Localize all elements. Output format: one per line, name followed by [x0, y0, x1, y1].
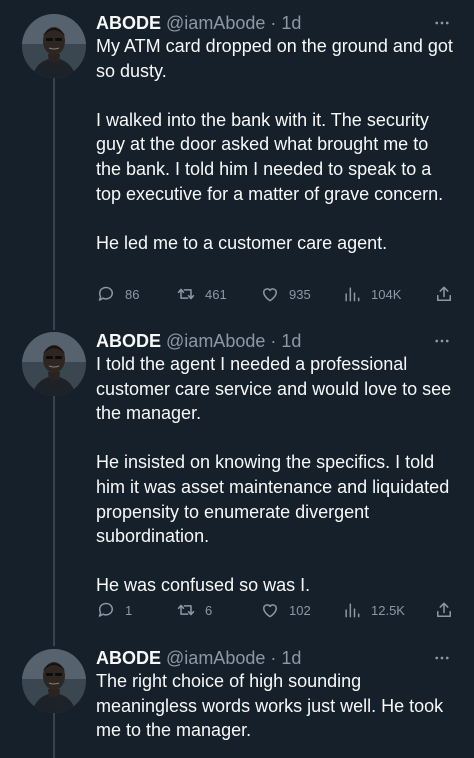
avatar-photo [22, 332, 86, 396]
share-icon [437, 602, 451, 617]
tweet-header: ABODE @iamAbode · 1d [96, 328, 474, 354]
more-icon[interactable] [432, 328, 452, 354]
like-count: 935 [289, 286, 311, 302]
timestamp[interactable]: 1d [281, 331, 301, 351]
reply-icon [98, 602, 113, 617]
avatar-photo [22, 649, 86, 713]
views-button[interactable]: 104K [342, 282, 401, 306]
tweet-paragraph: I told the agent I needed a professional… [96, 354, 452, 424]
timestamp[interactable]: 1d [281, 13, 301, 33]
views-icon [345, 287, 360, 302]
like-button[interactable]: 935 [260, 282, 311, 306]
share-button[interactable] [434, 282, 454, 306]
retweet-count: 461 [205, 286, 227, 302]
display-name[interactable]: ABODE [96, 648, 161, 668]
more-icon[interactable] [432, 645, 452, 671]
tweet-thread: ABODE @iamAbode · 1d My ATM card dropped… [0, 0, 474, 758]
views-button[interactable]: 12.5K [342, 598, 405, 622]
reply-button[interactable]: 1 [96, 598, 132, 622]
tweet[interactable]: ABODE @iamAbode · 1d The right choice of… [0, 645, 474, 758]
separator-dot: · [270, 13, 277, 33]
retweet-button[interactable]: 6 [176, 598, 212, 622]
like-icon [263, 288, 277, 302]
like-count: 102 [289, 602, 311, 618]
view-count: 12.5K [371, 602, 405, 618]
tweet-header: ABODE @iamAbode · 1d [96, 10, 474, 36]
retweet-count: 6 [205, 602, 213, 618]
views-icon [345, 603, 360, 618]
more-icon[interactable] [432, 10, 452, 36]
separator-dot: · [270, 331, 277, 351]
retweet-icon [177, 288, 195, 300]
reply-button[interactable]: 86 [96, 282, 139, 306]
separator-dot: · [270, 648, 277, 668]
action-bar: 1 6 102 12.5K [96, 598, 456, 622]
reply-icon [98, 286, 113, 301]
tweet-paragraph: He led me to a customer care agent. [96, 232, 388, 253]
like-button[interactable]: 102 [260, 598, 311, 622]
share-icon [437, 286, 451, 301]
retweet-button[interactable]: 461 [176, 282, 227, 306]
user-handle[interactable]: @iamAbode [166, 13, 265, 33]
tweet-paragraph: I walked into the bank with it. The secu… [96, 109, 444, 204]
tweet[interactable]: ABODE @iamAbode · 1d My ATM card dropped… [0, 10, 474, 310]
like-icon [263, 604, 277, 618]
tweet-paragraph: He was confused so was I. [96, 575, 311, 596]
display-name[interactable]: ABODE [96, 331, 161, 351]
avatar[interactable] [22, 14, 86, 78]
avatar[interactable] [22, 649, 86, 713]
tweet-text: The right choice of high sounding meanin… [96, 669, 458, 743]
user-handle[interactable]: @iamAbode [166, 648, 265, 668]
timestamp[interactable]: 1d [281, 648, 301, 668]
avatar[interactable] [22, 332, 86, 396]
avatar-photo [22, 14, 86, 78]
user-handle[interactable]: @iamAbode [166, 331, 265, 351]
reply-count: 1 [125, 602, 133, 618]
tweet-paragraph: My ATM card dropped on the ground and go… [96, 36, 453, 81]
tweet-text: I told the agent I needed a professional… [96, 352, 458, 598]
tweet-paragraph: The right choice of high sounding meanin… [96, 671, 444, 741]
retweet-icon [177, 604, 195, 616]
display-name[interactable]: ABODE [96, 13, 161, 33]
tweet-text: My ATM card dropped on the ground and go… [96, 34, 458, 255]
reply-count: 86 [125, 286, 140, 302]
tweet[interactable]: ABODE @iamAbode · 1d I told the agent I … [0, 328, 474, 628]
tweet-paragraph: He insisted on knowing the specifics. I … [96, 452, 450, 547]
action-bar: 86 461 935 104K [96, 282, 456, 306]
share-button[interactable] [434, 598, 454, 622]
tweet-header: ABODE @iamAbode · 1d [96, 645, 474, 671]
view-count: 104K [371, 286, 402, 302]
